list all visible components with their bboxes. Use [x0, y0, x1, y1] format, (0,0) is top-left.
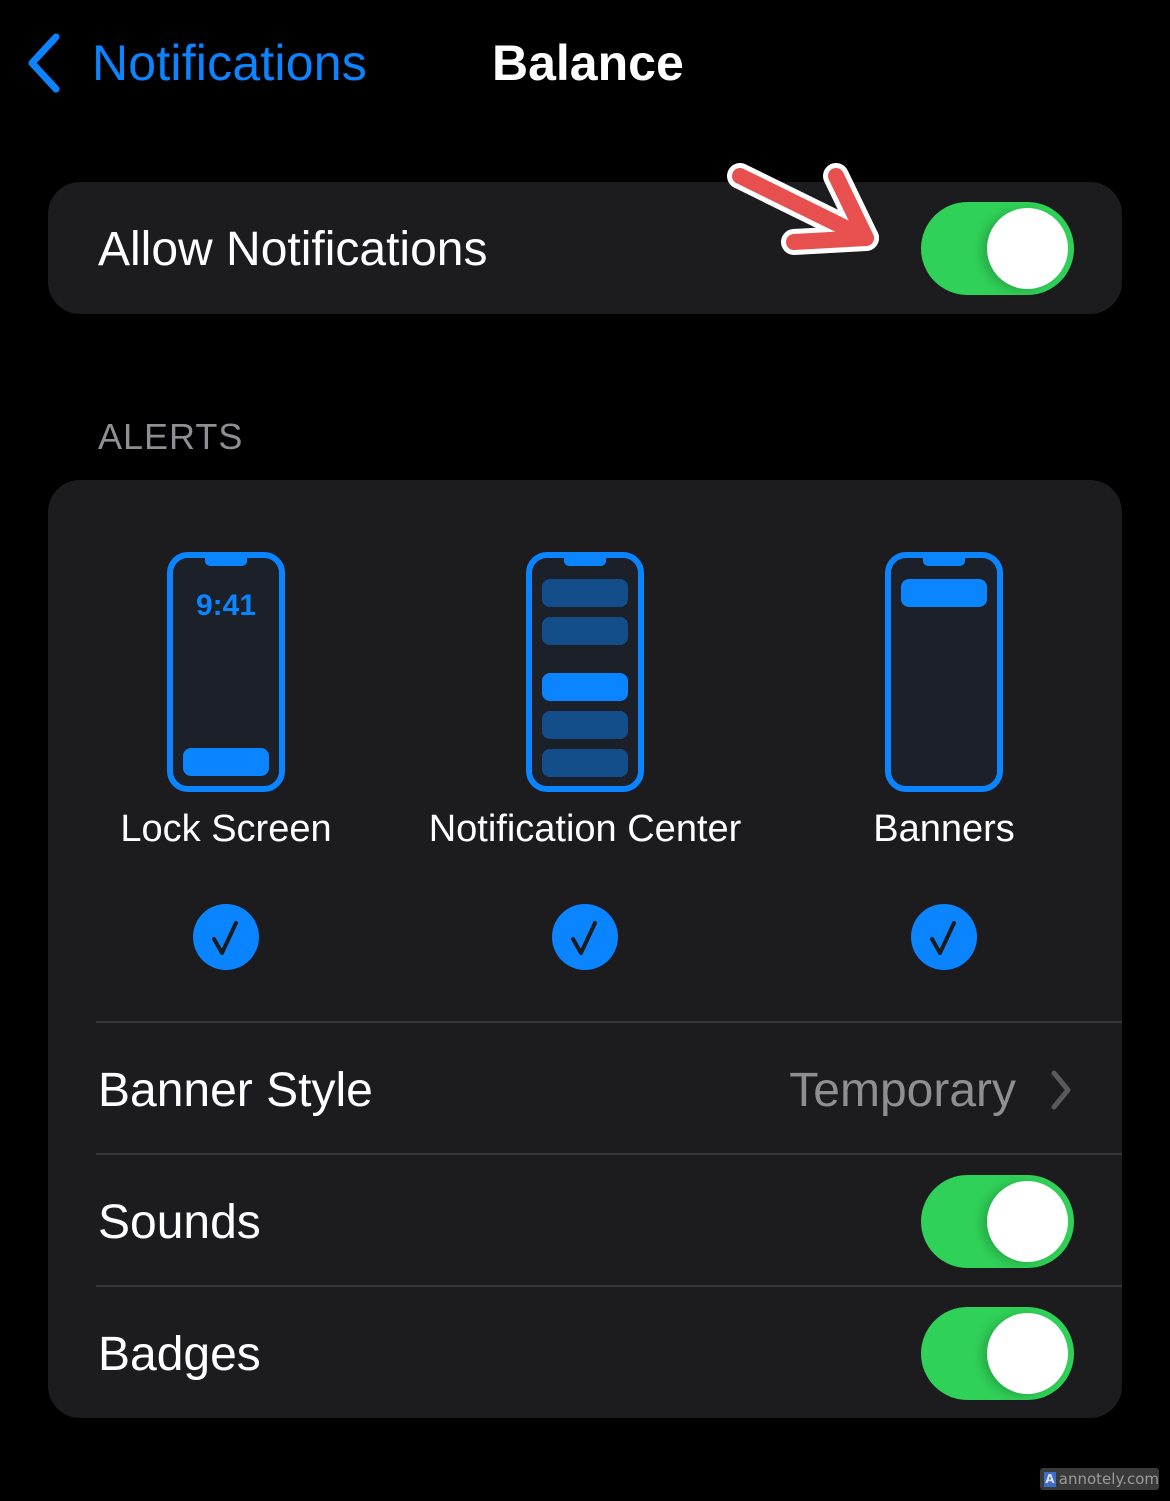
annotely-logo-icon: A — [1044, 1471, 1056, 1487]
alerts-section-header: ALERTS — [98, 416, 244, 457]
alert-option-notification-center[interactable]: Notification Center — [415, 550, 755, 970]
banner-style-row[interactable]: Banner Style Temporary — [48, 1023, 1122, 1153]
notification-center-phone-icon — [526, 552, 644, 792]
alert-option-label: Banners — [873, 808, 1015, 850]
navigation-bar: Notifications Balance — [0, 0, 1170, 130]
allow-notifications-card: Allow Notifications — [48, 182, 1122, 314]
lock-screen-phone-icon: 9:41 — [167, 552, 285, 792]
toggle-knob — [987, 208, 1068, 289]
allow-notifications-label: Allow Notifications — [98, 223, 488, 276]
checkmark-icon — [571, 921, 597, 955]
lock-screen-clock: 9:41 — [196, 589, 256, 622]
banners-phone-icon — [885, 552, 1003, 792]
alerts-card: 9:41 Lock Screen Notification Center Ban… — [48, 480, 1122, 1418]
back-button[interactable]: Notifications — [22, 30, 367, 96]
sounds-toggle[interactable] — [921, 1175, 1074, 1268]
notification-center-checkbox[interactable] — [552, 904, 618, 970]
sounds-label: Sounds — [98, 1196, 261, 1249]
red-arrow-icon — [727, 163, 879, 255]
badges-row: Badges — [48, 1287, 1122, 1417]
alert-option-lock-screen[interactable]: 9:41 Lock Screen — [56, 550, 396, 970]
banner-style-label: Banner Style — [98, 1064, 373, 1117]
sounds-row: Sounds — [48, 1155, 1122, 1285]
banner-style-value: Temporary — [789, 1064, 1016, 1117]
banners-checkbox[interactable] — [911, 904, 977, 970]
chevron-right-icon — [1051, 1070, 1071, 1110]
badges-label: Badges — [98, 1328, 261, 1381]
chevron-left-icon — [28, 33, 60, 93]
checkmark-icon — [212, 921, 238, 955]
alert-option-banners[interactable]: Banners — [774, 550, 1114, 970]
toggle-knob — [987, 1181, 1068, 1262]
watermark-text: annotely.com — [1058, 1470, 1159, 1488]
allow-notifications-toggle[interactable] — [921, 202, 1074, 295]
alert-option-label: Lock Screen — [120, 808, 332, 850]
back-button-label: Notifications — [92, 35, 367, 91]
badges-toggle[interactable] — [921, 1307, 1074, 1400]
watermark: A annotely.com — [1040, 1468, 1159, 1490]
alert-option-label: Notification Center — [428, 808, 742, 850]
checkmark-icon — [930, 921, 956, 955]
lock-screen-checkbox[interactable] — [193, 904, 259, 970]
page-title: Balance — [492, 35, 684, 91]
toggle-knob — [987, 1313, 1068, 1394]
